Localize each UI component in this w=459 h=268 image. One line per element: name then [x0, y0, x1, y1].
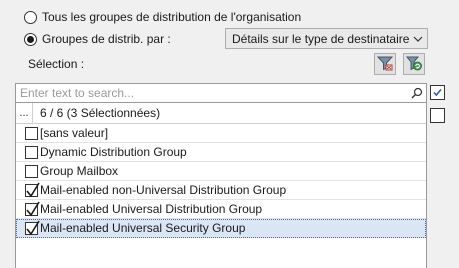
radio-all-groups[interactable]: Tous les groupes de distribution de l'or… — [24, 8, 301, 26]
recipient-type-dropdown[interactable]: Détails sur le type de destinataire — [225, 28, 428, 49]
list-item[interactable]: [sans valeur] — [16, 124, 426, 143]
list-item-checkbox[interactable] — [24, 220, 40, 235]
recipient-type-list: ... 6 / 6 (3 Sélectionnées) [sans valeur… — [15, 103, 427, 268]
list-item[interactable]: Mail-enabled non-Universal Distribution … — [16, 181, 426, 200]
select-none-checkbox[interactable] — [430, 108, 445, 123]
list-item-checkbox[interactable] — [24, 182, 40, 197]
select-all-checkbox[interactable] — [430, 85, 445, 100]
checkmark-icon — [432, 87, 443, 98]
clear-filter-button[interactable] — [374, 53, 396, 75]
list-item[interactable]: Mail-enabled Universal Security Group — [16, 219, 426, 238]
list-header-label: 6 / 6 (3 Sélectionnées) — [40, 106, 161, 120]
list-item-label: Mail-enabled Universal Security Group — [40, 221, 246, 235]
radio-all-groups-label: Tous les groupes de distribution de l'or… — [42, 10, 302, 24]
list-item-checkbox[interactable] — [24, 164, 38, 178]
list-header: ... 6 / 6 (3 Sélectionnées) — [16, 103, 426, 124]
search-box — [15, 83, 427, 103]
list-item-label: Mail-enabled Universal Distribution Grou… — [40, 202, 263, 216]
list-item-label: Group Mailbox — [40, 164, 119, 178]
radio-groups-by-button[interactable] — [24, 32, 37, 46]
list-item-checkbox[interactable] — [24, 201, 40, 216]
list-item-label: [sans valeur] — [40, 126, 109, 140]
list-item[interactable]: Group Mailbox — [16, 162, 426, 181]
search-input[interactable] — [16, 84, 408, 102]
list-header-dots[interactable]: ... — [16, 103, 33, 123]
list-item-checkbox[interactable] — [24, 145, 38, 159]
checkmark-icon — [25, 201, 40, 216]
list-item[interactable]: Dynamic Distribution Group — [16, 143, 426, 162]
radio-groups-by[interactable]: Groupes de distrib. par : — [24, 30, 171, 48]
filter-refresh-icon — [405, 55, 422, 74]
radio-all-groups-button[interactable] — [24, 10, 37, 24]
search-icon[interactable] — [408, 84, 426, 102]
radio-groups-by-label: Groupes de distrib. par : — [42, 32, 171, 46]
list-item-label: Mail-enabled non-Universal Distribution … — [40, 183, 287, 197]
chevron-down-icon — [409, 29, 427, 48]
checkmark-icon — [25, 182, 40, 197]
list-item-checkbox[interactable] — [24, 126, 38, 140]
list-item[interactable]: Mail-enabled Universal Distribution Grou… — [16, 200, 426, 219]
filter-clear-icon — [376, 55, 394, 74]
recipient-type-dropdown-value: Détails sur le type de destinataire — [232, 31, 409, 46]
checkmark-icon — [25, 220, 40, 235]
selection-label: Sélection : — [28, 57, 85, 71]
refresh-filter-button[interactable] — [403, 53, 425, 75]
list-item-label: Dynamic Distribution Group — [40, 145, 187, 159]
